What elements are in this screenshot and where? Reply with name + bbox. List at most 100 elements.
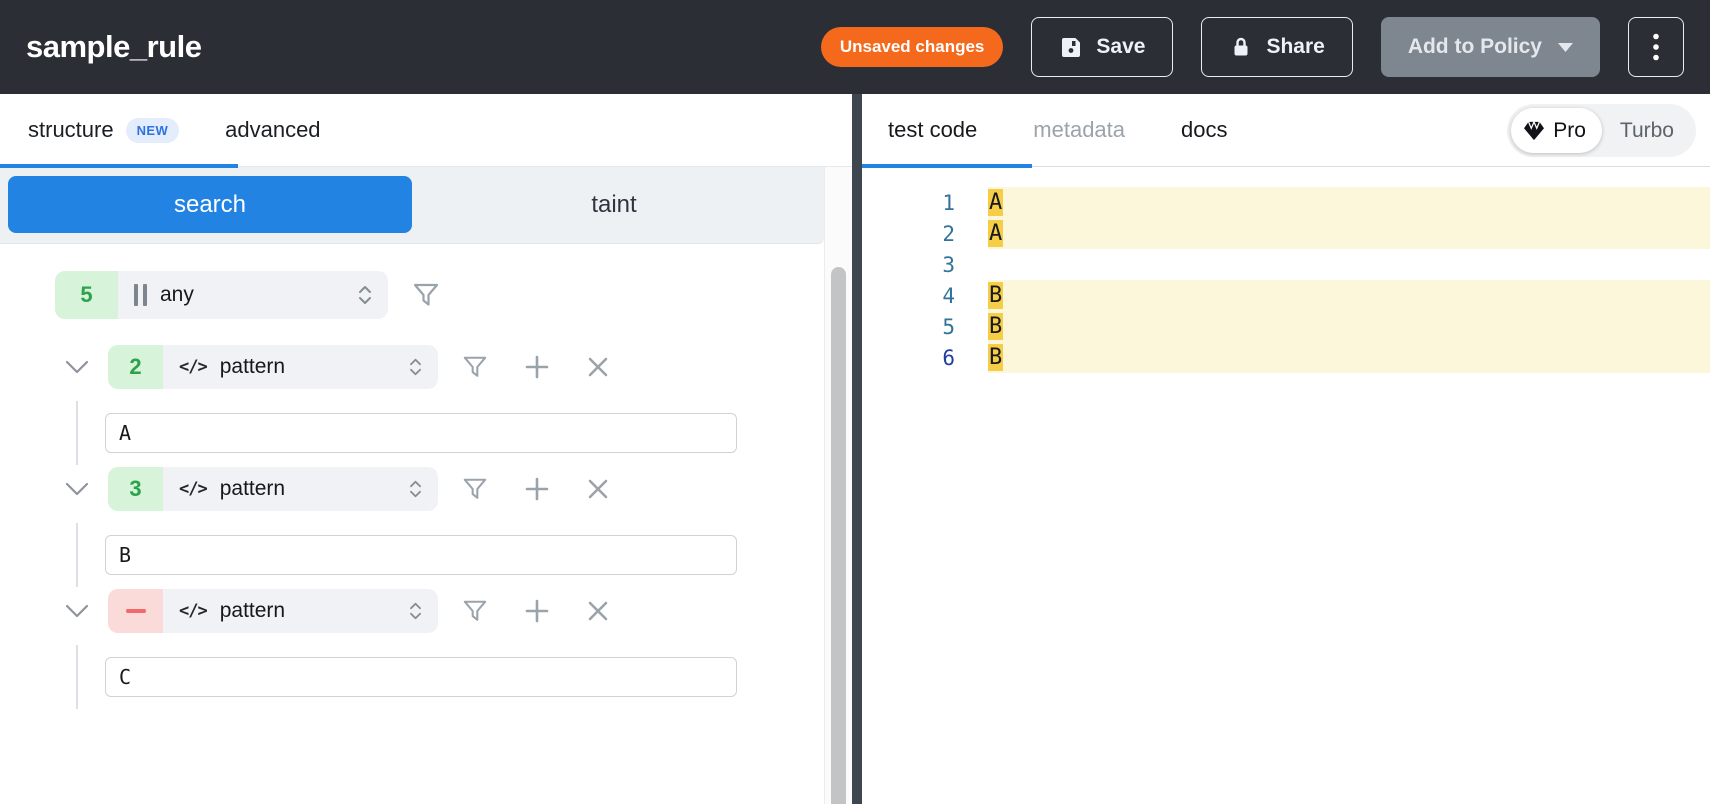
- pattern-input[interactable]: [105, 657, 737, 697]
- active-tab-underline: [862, 164, 1032, 168]
- code-line: 5 B: [862, 311, 1710, 342]
- add-to-policy-label: Add to Policy: [1408, 35, 1542, 59]
- collapse-chevron-icon[interactable]: [60, 359, 94, 375]
- match-count-badge: 3: [108, 467, 163, 511]
- filter-icon[interactable]: [462, 354, 488, 380]
- pattern-operator-select[interactable]: </> pattern: [108, 589, 438, 633]
- engine-toggle[interactable]: Pro Turbo: [1507, 104, 1696, 157]
- pattern-input[interactable]: [105, 535, 737, 575]
- remove-icon[interactable]: [586, 355, 610, 379]
- line-number: 5: [862, 315, 955, 339]
- tab-metadata[interactable]: metadata: [1033, 117, 1125, 143]
- root-operator-select[interactable]: 5 any: [55, 271, 388, 319]
- lock-icon: [1229, 35, 1253, 59]
- pattern-row: 2 </> pattern: [0, 345, 852, 389]
- matched-text: B: [988, 282, 1003, 309]
- left-scrollbar-track[interactable]: [824, 167, 852, 804]
- tab-structure[interactable]: structure NEW: [28, 117, 179, 143]
- engine-pro-label: Pro: [1553, 119, 1586, 143]
- pattern-operator-label: pattern: [220, 355, 285, 379]
- filter-icon[interactable]: [462, 476, 488, 502]
- code-line-content: B: [988, 280, 1710, 311]
- header: sample_rule Unsaved changes Save: [0, 0, 1710, 94]
- engine-option-turbo[interactable]: Turbo: [1602, 119, 1692, 143]
- filter-icon[interactable]: [412, 281, 440, 309]
- code-line: 1 A: [862, 187, 1710, 218]
- matched-text: B: [988, 313, 1003, 340]
- tree-guide-line: [76, 645, 78, 709]
- page-title: sample_rule: [26, 29, 201, 65]
- matched-text: A: [988, 189, 1003, 216]
- rule-pattern-node: 3 </> pattern: [0, 467, 852, 575]
- code-line-content: B: [988, 342, 1710, 373]
- left-scrollbar-thumb[interactable]: [831, 267, 846, 804]
- collapse-chevron-icon[interactable]: [60, 603, 94, 619]
- line-number: 2: [862, 222, 955, 246]
- collapse-chevron-icon[interactable]: [60, 481, 94, 497]
- mode-option-taint[interactable]: taint: [412, 176, 816, 233]
- pattern-row: </> pattern: [0, 589, 852, 633]
- pattern-operator-label: pattern: [220, 599, 285, 623]
- select-caret-icon: [409, 601, 422, 621]
- code-icon: </>: [179, 357, 207, 377]
- right-tab-bar: test code metadata docs Pro Tur: [862, 94, 1710, 167]
- code-line: 2 A: [862, 218, 1710, 249]
- main-split: structure NEW advanced search taint 5: [0, 94, 1710, 804]
- pattern-input[interactable]: [105, 413, 737, 453]
- rule-editor-page: sample_rule Unsaved changes Save: [0, 0, 1710, 804]
- code-line: 4 B: [862, 280, 1710, 311]
- rule-pattern-node: </> pattern: [0, 589, 852, 697]
- line-number: 3: [862, 253, 955, 277]
- code-line-content: A: [988, 218, 1710, 249]
- rule-tree: 5 any: [0, 244, 852, 697]
- mode-toggle: search taint: [0, 167, 824, 244]
- left-tab-bar: structure NEW advanced: [0, 94, 852, 167]
- add-icon[interactable]: [524, 476, 550, 502]
- matched-text: A: [988, 220, 1003, 247]
- panel-divider[interactable]: [852, 94, 862, 804]
- tab-docs[interactable]: docs: [1181, 117, 1227, 143]
- engine-option-pro[interactable]: Pro: [1511, 108, 1602, 153]
- add-icon[interactable]: [524, 598, 550, 624]
- unsaved-changes-badge: Unsaved changes: [821, 27, 1004, 67]
- code-line-content: B: [988, 311, 1710, 342]
- match-count-badge: [108, 589, 163, 633]
- select-caret-icon: [409, 479, 422, 499]
- rule-structure-panel: structure NEW advanced search taint 5: [0, 94, 852, 804]
- code-line-content: [988, 249, 1710, 280]
- save-icon: [1059, 35, 1083, 59]
- pattern-operator-select[interactable]: 2 </> pattern: [108, 345, 438, 389]
- minus-icon: [126, 609, 146, 613]
- pattern-operator-select[interactable]: 3 </> pattern: [108, 467, 438, 511]
- match-count-badge: 5: [55, 271, 118, 319]
- add-icon[interactable]: [524, 354, 550, 380]
- new-badge: NEW: [126, 118, 180, 143]
- code-line-content: A: [988, 187, 1710, 218]
- tab-advanced[interactable]: advanced: [225, 117, 320, 143]
- filter-icon[interactable]: [462, 598, 488, 624]
- tab-structure-label: structure: [28, 117, 114, 143]
- test-code-editor[interactable]: 1 A 2 A 3 4 B 5 B 6 B: [862, 167, 1710, 804]
- remove-icon[interactable]: [586, 477, 610, 501]
- caret-down-icon: [1558, 43, 1573, 52]
- share-button[interactable]: Share: [1201, 17, 1352, 77]
- remove-icon[interactable]: [586, 599, 610, 623]
- add-to-policy-button[interactable]: Add to Policy: [1381, 17, 1600, 77]
- line-number: 6: [862, 346, 955, 370]
- code-line: 3: [862, 249, 1710, 280]
- root-operator-label: any: [160, 283, 194, 307]
- mode-option-search[interactable]: search: [8, 176, 412, 233]
- match-count-badge: 2: [108, 345, 163, 389]
- header-actions: Unsaved changes Save: [821, 17, 1684, 77]
- overflow-menu-button[interactable]: [1628, 17, 1684, 77]
- save-button-label: Save: [1096, 35, 1145, 59]
- line-number: 1: [862, 191, 955, 215]
- pattern-operator-label: pattern: [220, 477, 285, 501]
- matched-text: B: [988, 344, 1003, 371]
- logical-or-icon: [134, 284, 147, 306]
- tab-test-code[interactable]: test code: [888, 117, 977, 143]
- select-caret-icon: [358, 284, 372, 306]
- code-line: 6 B: [862, 342, 1710, 373]
- save-button[interactable]: Save: [1031, 17, 1173, 77]
- select-caret-icon: [409, 357, 422, 377]
